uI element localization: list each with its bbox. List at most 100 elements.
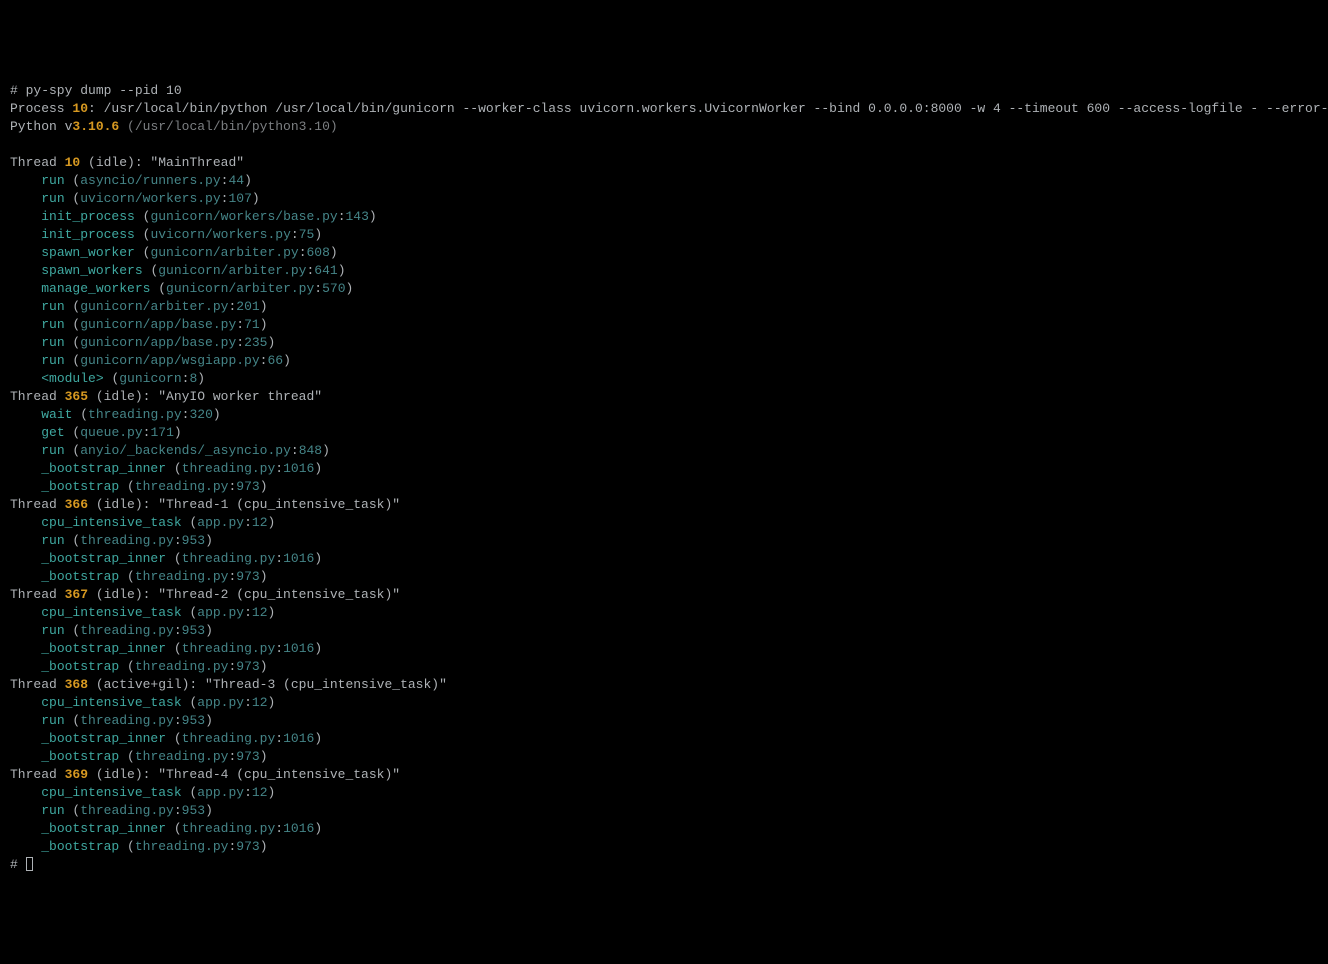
- frame-indent: [10, 191, 41, 206]
- thread-status-name: (idle): "AnyIO worker thread": [88, 389, 322, 404]
- thread-header: Thread 369 (idle): "Thread-4 (cpu_intens…: [10, 766, 1318, 784]
- frame-line-number: 641: [314, 263, 337, 278]
- colon: :: [275, 461, 283, 476]
- frame-indent: [10, 479, 41, 494]
- thread-label: Thread: [10, 389, 65, 404]
- thread-header: Thread 368 (active+gil): "Thread-3 (cpu_…: [10, 676, 1318, 694]
- thread-id: 10: [65, 155, 81, 170]
- open-paren: (: [166, 731, 182, 746]
- frame-indent: [10, 713, 41, 728]
- frame-line-number: 12: [252, 515, 268, 530]
- shell-prompt-line[interactable]: #: [10, 856, 1318, 874]
- frame-path: threading.py: [80, 803, 174, 818]
- stack-frame: init_process (gunicorn/workers/base.py:1…: [10, 208, 1318, 226]
- stack-frame: run (threading.py:953): [10, 802, 1318, 820]
- frame-line-number: 66: [267, 353, 283, 368]
- frame-indent: [10, 821, 41, 836]
- frame-function: init_process: [41, 227, 135, 242]
- colon: :: [174, 623, 182, 638]
- frame-indent: [10, 407, 41, 422]
- open-paren: (: [65, 317, 81, 332]
- stack-frame: cpu_intensive_task (app.py:12): [10, 694, 1318, 712]
- frame-indent: [10, 803, 41, 818]
- colon: :: [236, 335, 244, 350]
- open-paren: (: [65, 173, 81, 188]
- colon: :: [174, 803, 182, 818]
- close-paren: ): [205, 623, 213, 638]
- open-paren: (: [72, 407, 88, 422]
- stack-frame: run (asyncio/runners.py:44): [10, 172, 1318, 190]
- frame-function: run: [41, 443, 64, 458]
- open-paren: (: [182, 515, 198, 530]
- close-paren: ): [205, 803, 213, 818]
- close-paren: ): [330, 245, 338, 260]
- close-paren: ): [283, 353, 291, 368]
- open-paren: (: [182, 695, 198, 710]
- frame-path: uvicorn/workers.py: [150, 227, 290, 242]
- stack-frame: _bootstrap (threading.py:973): [10, 658, 1318, 676]
- stack-frame: cpu_intensive_task (app.py:12): [10, 784, 1318, 802]
- stack-frame: get (queue.py:171): [10, 424, 1318, 442]
- frame-line-number: 143: [346, 209, 369, 224]
- close-paren: ): [314, 731, 322, 746]
- thread-label: Thread: [10, 497, 65, 512]
- open-paren: (: [65, 191, 81, 206]
- frame-function: _bootstrap_inner: [41, 461, 166, 476]
- frame-function: _bootstrap: [41, 569, 119, 584]
- frame-line-number: 12: [252, 785, 268, 800]
- open-paren: (: [65, 533, 81, 548]
- frame-path: app.py: [197, 605, 244, 620]
- frame-function: run: [41, 533, 64, 548]
- frame-path: threading.py: [182, 731, 276, 746]
- thread-header: Thread 10 (idle): "MainThread": [10, 154, 1318, 172]
- frame-function: <module>: [41, 371, 103, 386]
- process-line: Process 10: /usr/local/bin/python /usr/l…: [10, 100, 1318, 118]
- colon: :: [338, 209, 346, 224]
- colon: :: [236, 317, 244, 332]
- colon: :: [174, 533, 182, 548]
- frame-function: run: [41, 191, 64, 206]
- frame-function: cpu_intensive_task: [41, 695, 181, 710]
- frame-function: run: [41, 713, 64, 728]
- close-paren: ): [174, 425, 182, 440]
- stack-frame: <module> (gunicorn:8): [10, 370, 1318, 388]
- colon: :: [275, 641, 283, 656]
- frame-path: asyncio/runners.py: [80, 173, 220, 188]
- close-paren: ): [267, 335, 275, 350]
- close-paren: ): [268, 605, 276, 620]
- open-paren: (: [65, 623, 81, 638]
- colon: :: [291, 227, 299, 242]
- frame-path: threading.py: [80, 623, 174, 638]
- stack-frame: manage_workers (gunicorn/arbiter.py:570): [10, 280, 1318, 298]
- frame-indent: [10, 209, 41, 224]
- frame-path: threading.py: [135, 659, 229, 674]
- frame-line-number: 44: [228, 173, 244, 188]
- frame-line-number: 235: [244, 335, 267, 350]
- stack-frame: _bootstrap_inner (threading.py:1016): [10, 550, 1318, 568]
- frame-indent: [10, 533, 41, 548]
- frame-function: _bootstrap: [41, 749, 119, 764]
- close-paren: ): [268, 785, 276, 800]
- frame-path: threading.py: [80, 533, 174, 548]
- frame-indent: [10, 569, 41, 584]
- frame-indent: [10, 659, 41, 674]
- open-paren: (: [143, 263, 159, 278]
- thread-header: Thread 366 (idle): "Thread-1 (cpu_intens…: [10, 496, 1318, 514]
- frame-line-number: 973: [236, 569, 259, 584]
- frame-function: cpu_intensive_task: [41, 515, 181, 530]
- close-paren: ): [314, 461, 322, 476]
- stack-frame: _bootstrap_inner (threading.py:1016): [10, 730, 1318, 748]
- terminal-output[interactable]: # py-spy dump --pid 10Process 10: /usr/l…: [10, 82, 1318, 874]
- blank-line: [10, 136, 1318, 154]
- frame-path: gunicorn/app/base.py: [80, 317, 236, 332]
- frame-function: run: [41, 353, 64, 368]
- close-paren: ): [260, 569, 268, 584]
- close-paren: ): [268, 515, 276, 530]
- open-paren: (: [104, 371, 120, 386]
- thread-label: Thread: [10, 155, 65, 170]
- close-paren: ): [205, 713, 213, 728]
- colon: :: [275, 731, 283, 746]
- frame-indent: [10, 263, 41, 278]
- frame-line-number: 75: [299, 227, 315, 242]
- command-line[interactable]: # py-spy dump --pid 10: [10, 82, 1318, 100]
